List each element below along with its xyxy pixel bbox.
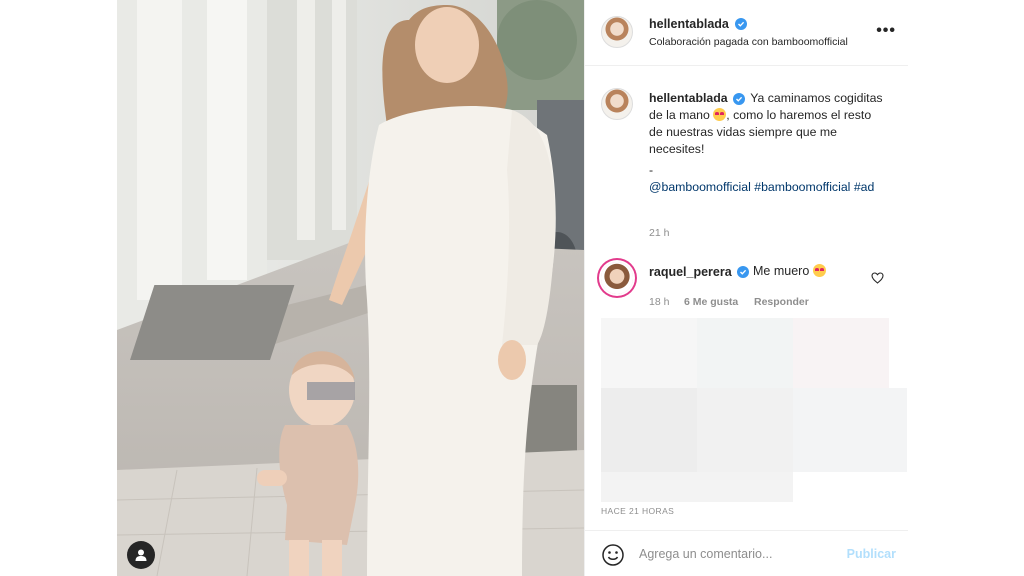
author-username[interactable]: hellentablada: [649, 17, 729, 31]
user-tag-button[interactable]: [127, 541, 155, 569]
commenter-avatar[interactable]: [601, 262, 633, 294]
emoji-icon[interactable]: [601, 543, 625, 567]
user-tag-icon: [135, 549, 147, 561]
blurred-comments-area: [601, 318, 907, 502]
caption-author-username[interactable]: hellentablada: [649, 91, 728, 105]
comment-timestamp[interactable]: 18 h: [649, 296, 669, 308]
post-caption: hellentablada Ya caminamos cogiditas de …: [649, 90, 884, 196]
caption-author-avatar[interactable]: [601, 88, 633, 120]
photo-illustration: [117, 0, 584, 576]
paid-partnership-label[interactable]: Colaboración pagada con bamboomofficial: [649, 36, 848, 48]
verified-badge-icon: [735, 18, 747, 30]
comment-body: Me muero: [753, 264, 810, 278]
verified-badge-icon: [737, 266, 749, 278]
comment-reply-button[interactable]: Responder: [754, 296, 809, 308]
post-header: hellentablada Colaboración pagada con ba…: [585, 0, 908, 66]
caption-separator: -: [649, 163, 654, 177]
hashtag-ad-link[interactable]: #ad: [854, 180, 875, 194]
publish-button[interactable]: Publicar: [847, 547, 896, 561]
commenter-username[interactable]: raquel_perera: [649, 265, 732, 279]
post-time-ago[interactable]: HACE 21 HORAS: [601, 506, 674, 516]
heart-eyes-emoji-icon: [713, 108, 727, 121]
comment-likes[interactable]: 6 Me gusta: [684, 296, 738, 308]
heart-icon[interactable]: [871, 272, 884, 284]
more-options-icon[interactable]: •••: [876, 22, 896, 40]
comment-text: Me muero: [753, 264, 826, 278]
verified-badge-icon: [733, 93, 746, 105]
comment-composer: Publicar: [585, 530, 908, 576]
post-side-panel: hellentablada Colaboración pagada con ba…: [584, 0, 908, 576]
post-photo[interactable]: [117, 0, 584, 576]
mention-link[interactable]: @bamboomofficial: [649, 180, 751, 194]
comment-input[interactable]: [639, 543, 839, 565]
caption-tags: @bamboomofficial #bamboomofficial #ad: [649, 179, 884, 196]
heart-eyes-emoji-icon: [812, 264, 826, 277]
hashtag-link[interactable]: #bamboomofficial: [754, 180, 850, 194]
caption-timestamp[interactable]: 21 h: [649, 227, 669, 239]
author-avatar[interactable]: [601, 16, 633, 48]
